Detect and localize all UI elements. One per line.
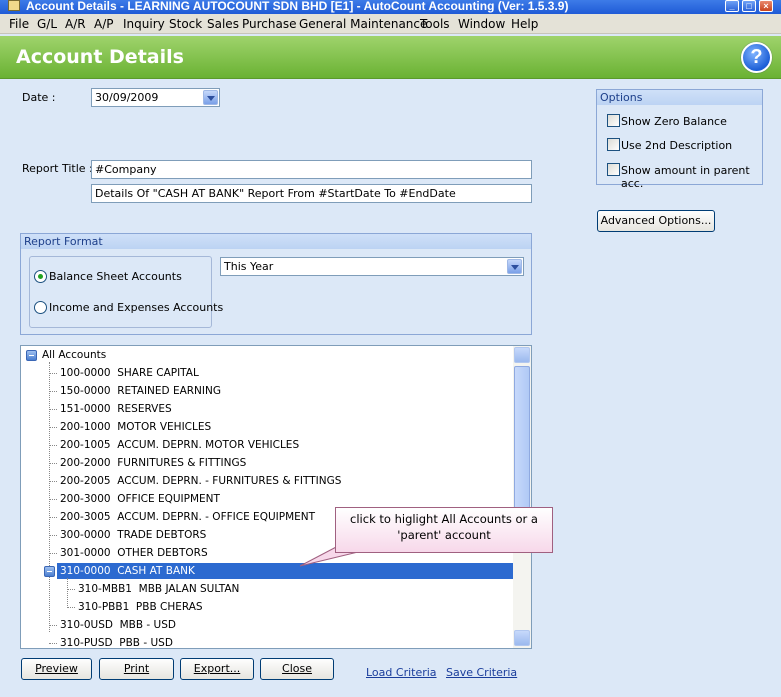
tree-branch <box>49 481 57 482</box>
date-label: Date : <box>22 91 56 104</box>
header-banner: Account Details <box>0 36 781 79</box>
report-format-radio-box <box>29 256 212 328</box>
tree-item[interactable]: 300-0000 TRADE DEBTORS <box>60 528 206 542</box>
menu-purchase[interactable]: Purchase <box>242 17 297 31</box>
report-format-group: Report Format Balance Sheet Accounts Inc… <box>20 233 532 335</box>
tree-item[interactable]: 200-3000 OFFICE EQUIPMENT <box>60 492 220 506</box>
tree-item[interactable]: 310-PUSD PBB - USD <box>60 636 173 648</box>
minimize-icon[interactable]: _ <box>725 0 739 12</box>
collapse-icon[interactable] <box>26 350 37 361</box>
menu-help[interactable]: Help <box>511 17 538 31</box>
tree-line <box>67 578 68 608</box>
collapse-icon[interactable] <box>44 566 55 577</box>
tree-item-selected[interactable]: 310-0000 CASH AT BANK <box>60 564 195 578</box>
menu-window[interactable]: Window <box>458 17 505 31</box>
chevron-down-icon[interactable] <box>507 259 522 274</box>
menu-gl[interactable]: G/L <box>37 17 57 31</box>
use-2nd-description-label: Use 2nd Description <box>621 139 733 152</box>
menu-general-maintenance[interactable]: General Maintenance <box>299 17 427 31</box>
preview-button[interactable]: Preview <box>21 658 92 680</box>
options-group: Options Show Zero Balance Use 2nd Descri… <box>596 89 763 190</box>
export-button[interactable]: Export... <box>180 658 254 680</box>
income-expenses-radio[interactable] <box>34 301 47 314</box>
tree-line <box>49 362 50 632</box>
close-window-icon[interactable]: × <box>759 0 773 12</box>
balance-sheet-radio[interactable] <box>34 270 47 283</box>
scroll-down-icon[interactable] <box>514 630 530 646</box>
scroll-up-icon[interactable] <box>514 347 530 363</box>
tree-branch <box>49 463 57 464</box>
report-title-line2[interactable]: Details Of "CASH AT BANK" Report From #S… <box>91 184 532 203</box>
tree-branch <box>49 625 57 626</box>
menu-tools[interactable]: Tools <box>420 17 450 31</box>
show-zero-balance-checkbox[interactable] <box>607 114 620 127</box>
tree-branch <box>67 607 75 608</box>
callout-note: click to higlight All Accounts or a 'par… <box>335 507 553 553</box>
balance-sheet-label: Balance Sheet Accounts <box>49 270 182 283</box>
close-button[interactable]: Close <box>260 658 334 680</box>
tree-branch <box>49 517 57 518</box>
window-title: Account Details - LEARNING AUTOCOUNT SDN… <box>26 0 569 13</box>
tree-item[interactable]: 100-0000 SHARE CAPITAL <box>60 366 199 380</box>
load-criteria-link[interactable]: Load Criteria <box>366 666 437 679</box>
app-icon <box>8 0 20 11</box>
menu-inquiry[interactable]: Inquiry <box>123 17 165 31</box>
tree-branch <box>49 643 57 644</box>
window-title-bar: Account Details - LEARNING AUTOCOUNT SDN… <box>0 0 781 14</box>
tree-item[interactable]: 310-PBB1 PBB CHERAS <box>78 600 203 614</box>
report-format-header: Report Format <box>21 234 531 249</box>
income-expenses-label: Income and Expenses Accounts <box>49 301 224 314</box>
menu-file[interactable]: File <box>9 17 29 31</box>
period-value: This Year <box>224 260 274 273</box>
tree-item[interactable]: 310-0USD MBB - USD <box>60 618 176 632</box>
page-title: Account Details <box>16 46 184 68</box>
help-icon[interactable]: ? <box>741 42 772 73</box>
show-amount-parent-checkbox[interactable] <box>607 163 620 176</box>
save-criteria-link[interactable]: Save Criteria <box>446 666 517 679</box>
tree-branch <box>49 553 57 554</box>
advanced-options-button[interactable]: Advanced Options... <box>597 210 715 232</box>
show-amount-parent-label: Show amount in parent acc. <box>621 164 750 190</box>
period-select[interactable]: This Year <box>220 257 524 276</box>
account-tree[interactable]: All Accounts 100-0000 SHARE CAPITAL 150-… <box>20 345 532 649</box>
chevron-down-icon[interactable] <box>203 90 218 105</box>
tree-scrollbar[interactable] <box>513 346 531 648</box>
menu-bar: File G/L A/R A/P Inquiry Stock Sales Pur… <box>0 14 781 34</box>
tree-branch <box>49 499 57 500</box>
menu-ar[interactable]: A/R <box>65 17 86 31</box>
tree-branch <box>49 409 57 410</box>
tree-root-all-accounts[interactable]: All Accounts <box>42 348 106 362</box>
tree-item[interactable]: 200-3005 ACCUM. DEPRN. - OFFICE EQUIPMEN… <box>60 510 315 524</box>
tree-branch <box>49 445 57 446</box>
tree-item[interactable]: 151-0000 RESERVES <box>60 402 172 416</box>
report-title-line1[interactable]: #Company <box>91 160 532 179</box>
tree-branch <box>67 589 75 590</box>
use-2nd-description-checkbox[interactable] <box>607 138 620 151</box>
tree-item[interactable]: 150-0000 RETAINED EARNING <box>60 384 221 398</box>
tree-item[interactable]: 200-1000 MOTOR VEHICLES <box>60 420 211 434</box>
menu-sales[interactable]: Sales <box>207 17 239 31</box>
menu-stock[interactable]: Stock <box>169 17 202 31</box>
tree-branch <box>49 535 57 536</box>
tree-item[interactable]: 200-2005 ACCUM. DEPRN. - FURNITURES & FI… <box>60 474 341 488</box>
print-button[interactable]: Print <box>99 658 174 680</box>
maximize-icon[interactable]: □ <box>742 0 756 12</box>
show-zero-balance-label: Show Zero Balance <box>621 115 727 128</box>
tree-branch <box>49 427 57 428</box>
tree-item[interactable]: 310-MBB1 MBB JALAN SULTAN <box>78 582 239 596</box>
date-value: 30/09/2009 <box>95 91 159 104</box>
tree-branch <box>49 391 57 392</box>
tree-item[interactable]: 301-0000 OTHER DEBTORS <box>60 546 208 560</box>
options-header: Options <box>597 90 762 105</box>
date-field[interactable]: 30/09/2009 <box>91 88 220 107</box>
menu-ap[interactable]: A/P <box>94 17 114 31</box>
tree-branch <box>49 373 57 374</box>
tree-item[interactable]: 200-2000 FURNITURES & FITTINGS <box>60 456 246 470</box>
report-title-label: Report Title : <box>22 162 93 175</box>
tree-item[interactable]: 200-1005 ACCUM. DEPRN. MOTOR VEHICLES <box>60 438 299 452</box>
